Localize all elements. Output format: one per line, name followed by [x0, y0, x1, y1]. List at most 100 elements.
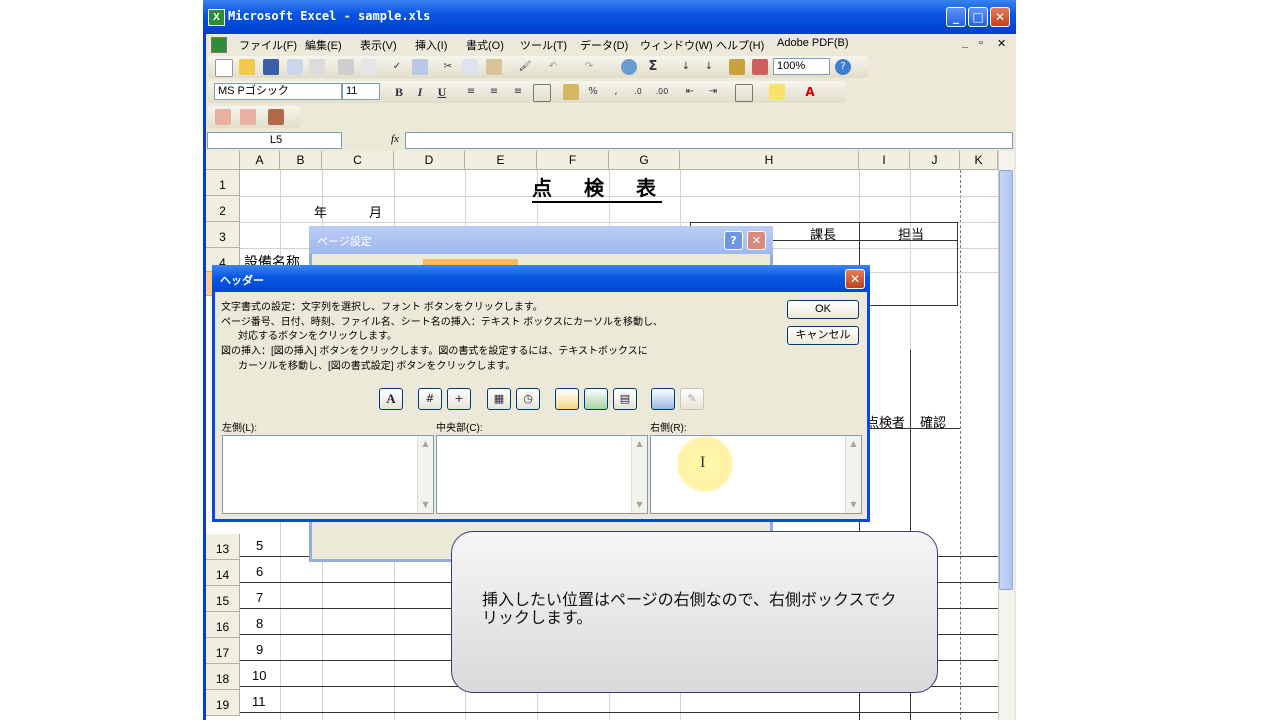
center-section-scrollbar[interactable]: ▲ ▼	[631, 436, 647, 513]
row-header[interactable]: 2	[206, 196, 240, 222]
italic-icon[interactable]: I	[412, 84, 428, 100]
pdf-email-icon[interactable]	[240, 109, 256, 125]
sort-ascending-icon[interactable]: ↓	[678, 59, 694, 75]
increase-decimal-icon[interactable]: .0	[630, 84, 646, 100]
menu-tools[interactable]: ツール(T)	[520, 37, 567, 53]
zoom-combo[interactable]: 100%	[773, 58, 830, 75]
scroll-up-icon[interactable]: ▲	[418, 436, 433, 452]
row-header[interactable]: 16	[206, 612, 240, 638]
undo-icon[interactable]: ↶	[545, 59, 561, 75]
align-center-icon[interactable]: ≡	[486, 84, 502, 100]
right-section-scrollbar[interactable]: ▲ ▼	[845, 436, 861, 513]
menu-view[interactable]: 表示(V)	[360, 37, 397, 53]
cancel-button[interactable]: キャンセル	[787, 326, 859, 345]
align-right-icon[interactable]: ≡	[510, 84, 526, 100]
doc-minimize-button[interactable]: _	[962, 37, 968, 49]
menu-data[interactable]: データ(D)	[580, 37, 628, 53]
col-header-k[interactable]: K	[960, 151, 998, 170]
cut-icon[interactable]: ✂	[440, 59, 456, 75]
doc-restore-button[interactable]: ▫	[979, 37, 983, 49]
open-icon[interactable]	[239, 59, 255, 75]
scroll-down-icon[interactable]: ▼	[632, 497, 647, 513]
file-name-icon[interactable]	[584, 388, 608, 410]
row-header[interactable]: 3	[206, 222, 240, 248]
col-header-a[interactable]: A	[240, 151, 280, 170]
page-number-icon[interactable]: #	[418, 388, 442, 410]
sheet-name-icon[interactable]: ▤	[613, 388, 637, 410]
name-box[interactable]: L5	[207, 132, 342, 149]
scrollbar-thumb[interactable]	[999, 170, 1013, 590]
fill-color-icon[interactable]	[769, 84, 785, 100]
format-painter-icon[interactable]: 🖌	[517, 59, 533, 75]
formula-bar[interactable]	[405, 132, 1013, 149]
percent-icon[interactable]: %	[585, 84, 601, 100]
font-size-combo[interactable]: 11	[342, 83, 380, 100]
maximize-button[interactable]: □	[968, 7, 988, 27]
currency-icon[interactable]	[563, 84, 579, 100]
print-icon[interactable]	[338, 59, 354, 75]
col-header-c[interactable]: C	[322, 151, 394, 170]
scroll-up-icon[interactable]: ▲	[632, 436, 647, 452]
scroll-down-icon[interactable]: ▼	[846, 497, 861, 513]
fx-icon[interactable]: fx	[391, 133, 399, 145]
page-setup-close-button[interactable]: ✕	[747, 231, 766, 250]
header-dialog-close-button[interactable]: ✕	[845, 269, 865, 289]
date-icon[interactable]: ▦	[487, 388, 511, 410]
font-color-icon[interactable]: A	[802, 84, 818, 100]
doc-close-button[interactable]: ✕	[997, 37, 1006, 50]
borders-icon[interactable]	[735, 84, 753, 102]
autosum-icon[interactable]: Σ	[645, 59, 661, 75]
row-header[interactable]: 14	[206, 560, 240, 586]
ok-button[interactable]: OK	[787, 300, 859, 319]
merge-center-icon[interactable]	[533, 84, 551, 102]
chart-wizard-icon[interactable]	[729, 59, 745, 75]
minimize-button[interactable]: _	[946, 7, 966, 27]
menu-help[interactable]: ヘルプ(H)	[716, 37, 764, 53]
comma-icon[interactable]: ,	[608, 84, 624, 100]
total-pages-icon[interactable]: +	[447, 388, 471, 410]
pdf-review-icon[interactable]	[268, 109, 284, 125]
underline-icon[interactable]: U	[434, 84, 450, 100]
menu-adobe-pdf[interactable]: Adobe PDF(B)	[777, 37, 849, 49]
help-icon[interactable]: ?	[835, 59, 851, 75]
close-button[interactable]: ✕	[990, 7, 1010, 27]
page-setup-help-button[interactable]: ?	[724, 231, 743, 250]
row-header[interactable]: 1	[206, 170, 240, 196]
align-left-icon[interactable]: ≡	[463, 84, 479, 100]
redo-icon[interactable]: ↷	[581, 59, 597, 75]
row-header[interactable]: 17	[206, 638, 240, 664]
copy-icon[interactable]	[462, 59, 478, 75]
spelling-icon[interactable]: ✓	[389, 59, 405, 75]
time-icon[interactable]: ◷	[516, 388, 540, 410]
left-section-textbox[interactable]	[222, 435, 434, 514]
permission-icon[interactable]	[287, 59, 303, 75]
decrease-indent-icon[interactable]: ⇤	[682, 84, 698, 100]
font-icon[interactable]: A	[379, 388, 403, 410]
menu-file[interactable]: ファイル(F)	[239, 37, 297, 53]
sort-descending-icon[interactable]: ↓	[701, 59, 717, 75]
col-header-j[interactable]: J	[910, 151, 960, 170]
scroll-up-icon[interactable]: ▲	[846, 436, 861, 452]
col-header-g[interactable]: G	[609, 151, 680, 170]
left-section-scrollbar[interactable]: ▲ ▼	[417, 436, 433, 513]
row-header[interactable]: 19	[206, 690, 240, 716]
increase-indent-icon[interactable]: ⇥	[705, 84, 721, 100]
email-icon[interactable]	[309, 59, 325, 75]
center-section-textbox[interactable]	[436, 435, 648, 514]
bold-icon[interactable]: B	[391, 84, 407, 100]
col-header-e[interactable]: E	[465, 151, 537, 170]
col-header-b[interactable]: B	[280, 151, 322, 170]
pdf-convert-icon[interactable]	[215, 109, 231, 125]
select-all-corner[interactable]	[206, 151, 240, 170]
decrease-decimal-icon[interactable]: .00	[654, 84, 670, 100]
menu-insert[interactable]: 挿入(I)	[415, 37, 447, 53]
new-icon[interactable]	[215, 59, 233, 77]
hyperlink-icon[interactable]	[621, 59, 637, 75]
font-name-combo[interactable]: MS Pゴシック	[214, 83, 342, 100]
col-header-i[interactable]: I	[859, 151, 910, 170]
save-icon[interactable]	[263, 59, 279, 75]
print-preview-icon[interactable]	[361, 59, 377, 75]
menu-edit[interactable]: 編集(E)	[305, 37, 342, 53]
file-path-icon[interactable]	[555, 388, 579, 410]
col-header-d[interactable]: D	[394, 151, 465, 170]
